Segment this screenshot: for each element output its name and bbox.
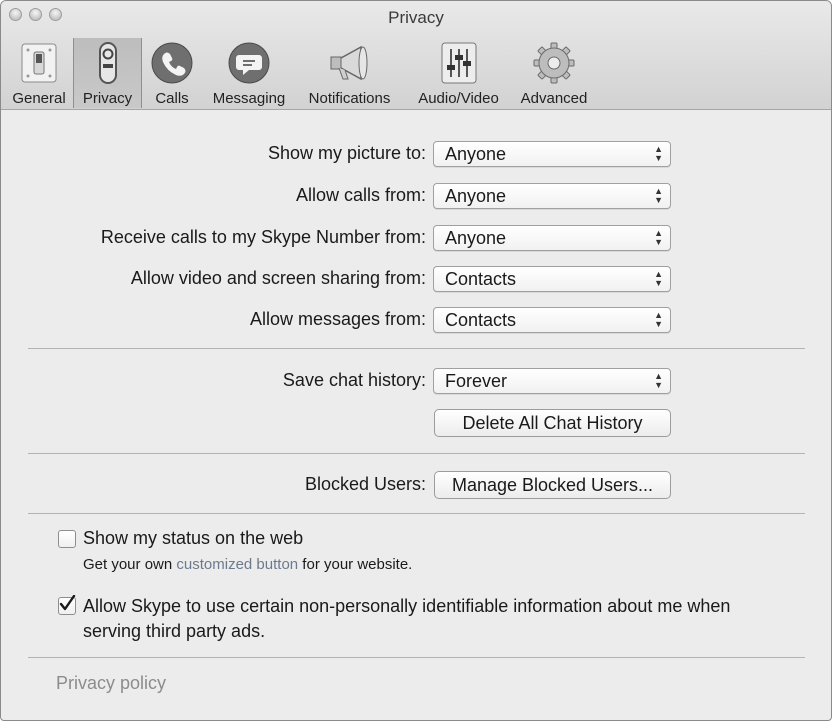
skype-number-select[interactable]: Anyone ▲ ▼: [433, 225, 671, 251]
messages-select[interactable]: Contacts ▲ ▼: [433, 307, 671, 333]
tab-calls[interactable]: Calls: [142, 38, 202, 108]
chat-history-value: Forever: [445, 371, 508, 391]
tab-general[interactable]: General: [5, 38, 73, 108]
tab-privacy-label: Privacy: [82, 90, 133, 107]
allow-calls-value: Anyone: [445, 186, 507, 206]
gear-icon: [531, 40, 577, 86]
blocked-users-label: Blocked Users:: [304, 474, 426, 494]
show-picture-label: Show my picture to:: [267, 143, 426, 163]
video-sharing-label: Allow video and screen sharing from:: [130, 268, 426, 288]
status-web-label: Show my status on the web: [83, 528, 304, 548]
titlebar-toolbar: Privacy General Privacy Calls Messaging …: [1, 1, 831, 110]
divider: [28, 453, 805, 454]
privacy-lock-icon: [85, 40, 131, 86]
status-web-sub-suffix: for your website.: [298, 556, 413, 573]
status-web-checkbox[interactable]: [58, 530, 76, 548]
tab-privacy[interactable]: Privacy: [73, 38, 142, 108]
ads-checkbox[interactable]: [58, 595, 76, 615]
tab-advanced-label: Advanced: [520, 90, 588, 107]
allow-calls-label: Allow calls from:: [295, 185, 426, 205]
status-web-description: Get your own customized button for your …: [83, 556, 412, 573]
allow-calls-select[interactable]: Anyone ▲ ▼: [433, 183, 671, 209]
select-arrows-icon: ▲ ▼: [654, 144, 663, 163]
select-arrows-icon: ▲ ▼: [654, 186, 663, 205]
tab-notifications[interactable]: Notifications: [296, 38, 403, 108]
chat-history-select[interactable]: Forever ▲ ▼: [433, 368, 671, 394]
divider: [28, 657, 805, 658]
delete-chat-history-button[interactable]: Delete All Chat History: [434, 409, 671, 437]
tab-audio-video-label: Audio/Video: [418, 90, 499, 107]
tab-notifications-label: Notifications: [308, 90, 391, 107]
preferences-toolbar: General Privacy Calls Messaging Notifica…: [5, 38, 594, 108]
show-picture-select[interactable]: Anyone ▲ ▼: [433, 141, 671, 167]
video-sharing-select[interactable]: Contacts ▲ ▼: [433, 266, 671, 292]
manage-blocked-users-button[interactable]: Manage Blocked Users...: [434, 471, 671, 499]
status-web-sub-prefix: Get your own: [83, 556, 177, 573]
tab-audio-video[interactable]: Audio/Video: [403, 38, 514, 108]
tab-messaging-label: Messaging: [212, 90, 286, 107]
divider: [28, 513, 805, 514]
messages-value: Contacts: [445, 310, 517, 330]
tab-advanced[interactable]: Advanced: [514, 38, 594, 108]
phone-icon: [149, 40, 195, 86]
tab-messaging[interactable]: Messaging: [202, 38, 296, 108]
checkmark-icon: [59, 595, 76, 611]
ads-label-line2: serving third party ads.: [83, 621, 266, 641]
tab-calls-label: Calls: [155, 90, 189, 107]
window-title: Privacy: [388, 8, 444, 27]
select-arrows-icon: ▲ ▼: [654, 269, 663, 288]
messages-label: Allow messages from:: [249, 309, 426, 329]
select-arrows-icon: ▲ ▼: [654, 371, 663, 390]
megaphone-icon: [327, 40, 373, 86]
mixer-sliders-icon: [436, 40, 482, 86]
show-picture-value: Anyone: [445, 144, 507, 164]
chat-history-label: Save chat history:: [282, 370, 426, 390]
tab-general-label: General: [12, 90, 66, 107]
skype-number-label: Receive calls to my Skype Number from:: [100, 227, 426, 247]
skype-number-value: Anyone: [445, 228, 507, 248]
switch-icon: [16, 40, 62, 86]
chat-bubble-icon: [226, 40, 272, 86]
privacy-policy-link[interactable]: Privacy policy: [56, 673, 166, 694]
select-arrows-icon: ▲ ▼: [654, 310, 663, 329]
preferences-window: Privacy General Privacy Calls Messaging …: [0, 0, 832, 721]
divider: [28, 348, 805, 349]
select-arrows-icon: ▲ ▼: [654, 228, 663, 247]
video-sharing-value: Contacts: [445, 269, 517, 289]
ads-label-line1: Allow Skype to use certain non-personall…: [83, 596, 731, 616]
privacy-pane: Show my picture to: Anyone ▲ ▼ Allow call…: [1, 110, 831, 720]
customized-button-link[interactable]: customized button: [176, 556, 298, 573]
